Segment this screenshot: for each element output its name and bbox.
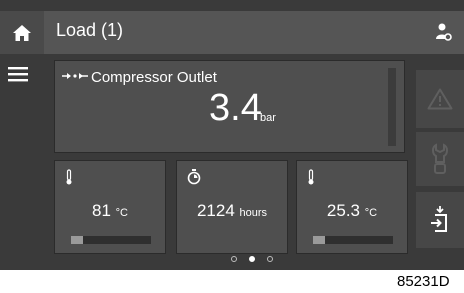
home-icon xyxy=(13,24,31,41)
temperature-card-1[interactable]: 81 °C xyxy=(54,160,166,254)
temperature-number-1: 81 xyxy=(92,201,111,220)
timer-icon xyxy=(187,169,201,190)
input-panel-button[interactable] xyxy=(416,192,464,248)
user-settings-icon xyxy=(436,23,452,41)
warning-triangle-icon xyxy=(427,88,453,110)
service-button[interactable] xyxy=(416,132,464,186)
temperature-level-bar-2 xyxy=(313,236,393,244)
compressor-outlet-icon xyxy=(62,73,88,79)
temperature-card-2[interactable]: 25.3 °C xyxy=(296,160,408,254)
running-hours-value: 2124 hours xyxy=(177,201,287,221)
running-hours-number: 2124 xyxy=(196,201,235,220)
controller-screen: Load (1) Compressor Outlet 3.4 bar 81 °C… xyxy=(0,0,464,270)
main-value: 3.4 xyxy=(209,87,262,129)
temperature-number-2: 25.3 xyxy=(326,201,360,220)
main-card-label-text: Compressor Outlet xyxy=(91,69,217,86)
hamburger-menu-icon xyxy=(8,67,28,82)
menu-button[interactable] xyxy=(8,66,28,87)
temperature-unit-1: °C xyxy=(115,207,128,219)
figure-id: 85231D xyxy=(397,273,450,290)
page-indicator xyxy=(227,252,277,266)
temperature-level-fill-2 xyxy=(313,236,325,244)
pressure-level-bar xyxy=(388,68,396,146)
thermometer-icon xyxy=(65,169,73,190)
temperature-value-2: 25.3 °C xyxy=(297,201,407,221)
thermometer-icon xyxy=(307,169,315,190)
temperature-unit-2: °C xyxy=(364,207,378,219)
page-dot-2[interactable] xyxy=(249,256,255,262)
main-unit: bar xyxy=(260,112,276,124)
input-panel-icon xyxy=(431,206,447,232)
running-hours-unit: hours xyxy=(239,207,268,219)
page-title: Load (1) xyxy=(56,20,124,40)
compressor-outlet-label: Compressor Outlet xyxy=(61,69,217,86)
temperature-level-bar-1 xyxy=(71,236,151,244)
temperature-value-1: 81 °C xyxy=(55,201,165,221)
page-dot-3[interactable] xyxy=(267,256,273,262)
compressor-outlet-card[interactable]: Compressor Outlet 3.4 bar xyxy=(54,60,405,153)
service-wrench-icon xyxy=(432,143,448,174)
home-button[interactable] xyxy=(0,11,44,54)
temperature-level-fill-1 xyxy=(71,236,83,244)
user-settings-button[interactable] xyxy=(436,22,452,47)
page-dot-1[interactable] xyxy=(231,256,237,262)
running-hours-card[interactable]: 2124 hours xyxy=(176,160,288,254)
warning-button[interactable] xyxy=(416,70,464,128)
